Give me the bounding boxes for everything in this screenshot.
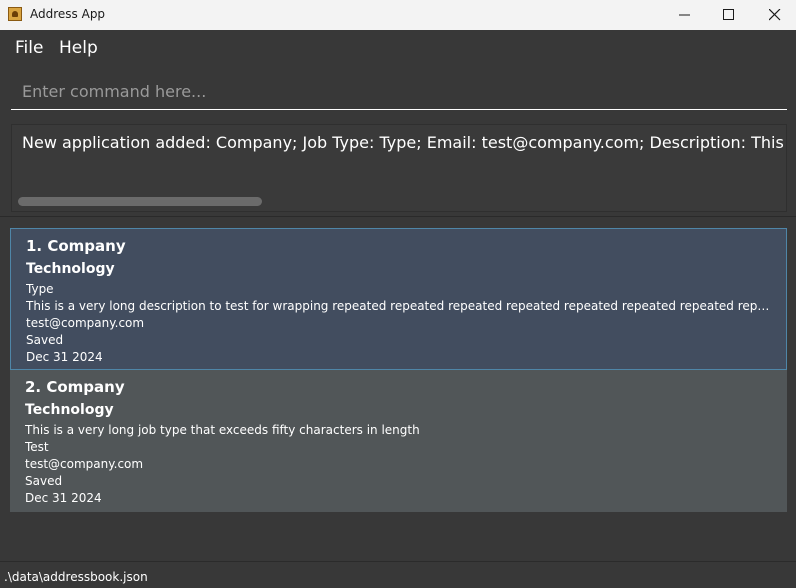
close-icon — [769, 9, 781, 21]
close-button[interactable] — [752, 0, 796, 30]
card-job-type: Type — [26, 282, 54, 296]
card-industry: Technology — [26, 261, 115, 277]
card-date: Dec 31 2024 — [26, 350, 103, 364]
status-bar: .\data\addressbook.json — [0, 561, 796, 588]
save-location-path: .\data\addressbook.json — [4, 570, 148, 584]
card-job-type: This is a very long job type that exceed… — [25, 423, 420, 437]
card-title: 2. Company — [25, 378, 125, 396]
card-description: This is a very long description to test … — [26, 299, 776, 313]
application-card-2[interactable]: 2. Company Technology This is a very lon… — [10, 370, 787, 512]
window-title: Address App — [30, 7, 106, 21]
maximize-icon — [723, 9, 734, 20]
result-display[interactable]: New application added: Company; Job Type… — [11, 124, 787, 212]
divider — [0, 216, 796, 217]
address-book-app-icon — [8, 7, 22, 21]
menu-bar: File Help — [0, 30, 796, 67]
title-bar[interactable]: Address App — [0, 0, 796, 30]
card-status: Saved — [26, 333, 64, 347]
card-email: test@company.com — [25, 457, 144, 471]
maximize-button[interactable] — [706, 0, 752, 30]
card-industry: Technology — [25, 402, 114, 418]
card-date: Dec 31 2024 — [25, 491, 102, 505]
card-description: Test — [25, 440, 49, 454]
card-title: 1. Company — [26, 237, 126, 255]
app-window: Address App File Help New application ad… — [0, 0, 796, 588]
command-box — [0, 66, 796, 118]
menu-file[interactable]: File — [15, 38, 43, 58]
application-card-1[interactable]: 1. Company Technology Type This is a ver… — [10, 228, 787, 370]
application-list: 1. Company Technology Type This is a ver… — [10, 228, 787, 512]
result-message: New application added: Company; Job Type… — [22, 133, 786, 152]
minimize-icon — [679, 14, 690, 16]
command-input[interactable] — [11, 74, 787, 110]
horizontal-scrollbar[interactable] — [18, 197, 262, 206]
minimize-button[interactable] — [662, 0, 708, 30]
card-email: test@company.com — [26, 316, 145, 330]
card-status: Saved — [25, 474, 63, 488]
menu-help[interactable]: Help — [59, 38, 98, 58]
